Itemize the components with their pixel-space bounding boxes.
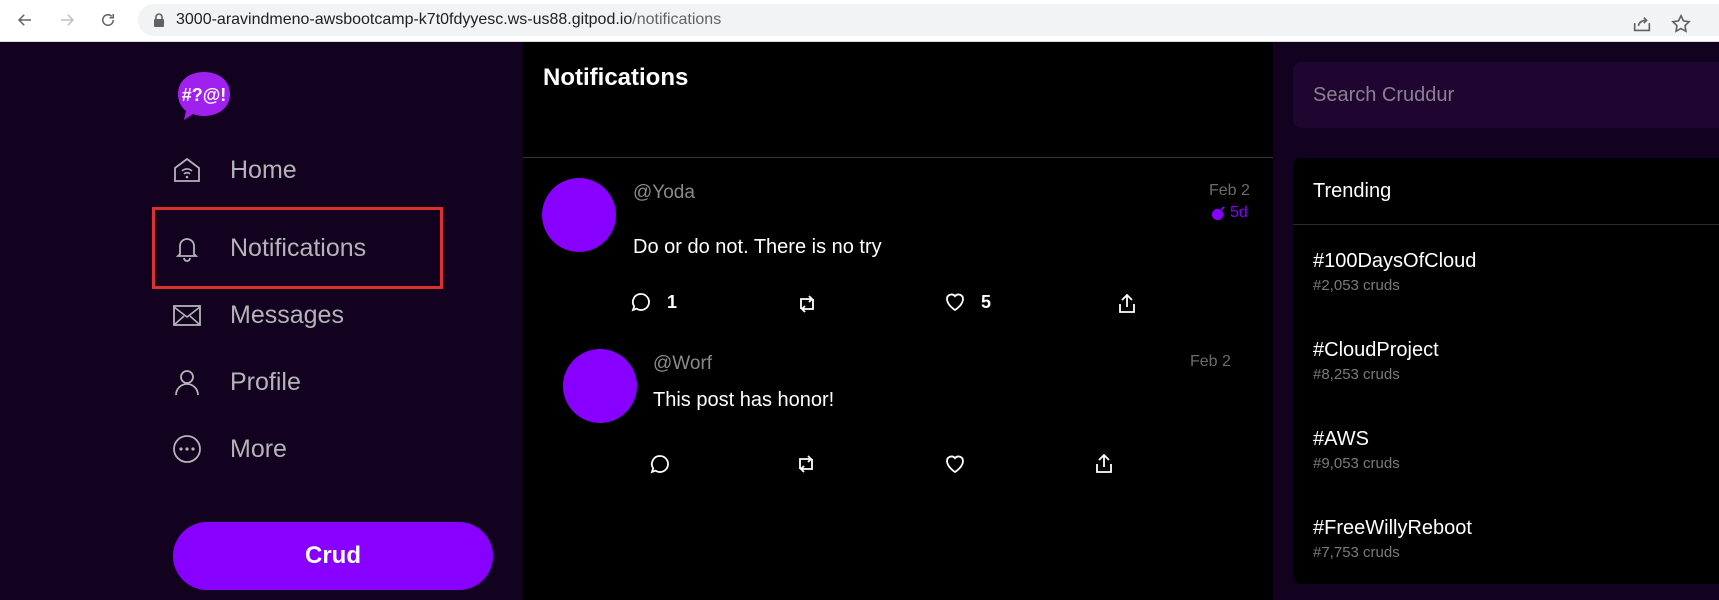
- reply-count: 1: [667, 291, 678, 312]
- crud-button[interactable]: Crud: [173, 522, 493, 590]
- post-date: Feb 2: [1209, 182, 1250, 199]
- address-bar[interactable]: 3000-aravindmeno-awsbootcamp-k7t0fdyyesc…: [138, 4, 1719, 36]
- repost-icon: [800, 295, 814, 313]
- post-message: Do or do not. There is no try: [633, 236, 882, 258]
- reload-icon: [102, 14, 114, 26]
- heart-icon: [946, 455, 964, 474]
- sidebar-item-label: More: [230, 434, 287, 463]
- like-button[interactable]: [943, 452, 967, 476]
- bomb-icon: [1211, 205, 1225, 220]
- repost-button[interactable]: [794, 452, 818, 476]
- home-icon: [170, 153, 204, 187]
- logo-text: #?@!: [182, 85, 227, 105]
- avatar[interactable]: [563, 349, 637, 423]
- share-button[interactable]: [1115, 292, 1139, 316]
- forward-button[interactable]: [54, 7, 80, 33]
- url-text: 3000-aravindmeno-awsbootcamp-k7t0fdyyesc…: [176, 11, 721, 29]
- sidebar-item-profile[interactable]: Profile: [170, 354, 301, 410]
- trending-item[interactable]: #FreeWillyReboot #7,753 cruds: [1313, 517, 1472, 561]
- sidebar-item-notifications[interactable]: Notifications: [170, 220, 366, 276]
- page-title: Notifications: [543, 64, 689, 91]
- arrow-right-icon: [61, 14, 75, 26]
- sidebar-item-more[interactable]: More: [170, 421, 287, 477]
- url-path: /notifications: [632, 11, 722, 28]
- trend-count: #2,053 cruds: [1313, 277, 1400, 294]
- sidebar-item-messages[interactable]: Messages: [170, 287, 344, 343]
- trending-title: Trending: [1313, 180, 1392, 202]
- share-icon: [1119, 293, 1135, 313]
- trending-section: Trending #100DaysOfCloud #2,053 cruds #C…: [1293, 158, 1719, 584]
- expires-text: 5d: [1230, 204, 1248, 221]
- url-host: 3000-aravindmeno-awsbootcamp-k7t0fdyyesc…: [176, 11, 633, 28]
- like-count: 5: [981, 291, 992, 312]
- arrow-left-icon: [17, 14, 31, 26]
- share-button[interactable]: [1092, 452, 1116, 476]
- reply-icon: [631, 293, 650, 312]
- trend-count: #9,053 cruds: [1313, 455, 1400, 472]
- trending-item[interactable]: #AWS #9,053 cruds: [1313, 428, 1400, 472]
- sidebar-item-label: Profile: [230, 367, 301, 396]
- trend-name: #CloudProject: [1313, 339, 1439, 361]
- speech-bubble-logo-icon: #?@!: [178, 72, 230, 120]
- share-icon: [1096, 453, 1112, 473]
- trend-name: #FreeWillyReboot: [1313, 517, 1472, 539]
- post-handle[interactable]: @Yoda: [633, 182, 695, 204]
- main-feed: Notifications @Yoda Feb 2 5d Do or do no…: [523, 42, 1273, 600]
- trend-count: #8,253 cruds: [1313, 366, 1400, 383]
- post-message: This post has honor!: [653, 389, 835, 411]
- trend-name: #AWS: [1313, 428, 1369, 450]
- sidebar-item-home[interactable]: Home: [170, 142, 297, 198]
- reply-button[interactable]: [648, 452, 672, 476]
- reload-button[interactable]: [95, 7, 121, 33]
- bookmark-star-icon[interactable]: [1670, 13, 1692, 35]
- browser-toolbar: 3000-aravindmeno-awsbootcamp-k7t0fdyyesc…: [0, 0, 1719, 42]
- expires-badge: 5d: [1211, 204, 1248, 222]
- search-input[interactable]: Search Cruddur: [1293, 62, 1719, 128]
- heart-icon: [946, 293, 964, 312]
- repost-icon: [799, 455, 813, 473]
- reply-button[interactable]: 1: [629, 290, 677, 314]
- trend-name: #100DaysOfCloud: [1313, 250, 1477, 272]
- avatar[interactable]: [542, 178, 616, 252]
- trending-item[interactable]: #100DaysOfCloud #2,053 cruds: [1313, 250, 1476, 294]
- feed-header: Notifications: [523, 42, 1273, 158]
- more-icon: [170, 432, 204, 466]
- back-button[interactable]: [12, 7, 38, 33]
- trending-item[interactable]: #CloudProject #8,253 cruds: [1313, 339, 1439, 383]
- sidebar-item-label: Notifications: [230, 233, 367, 262]
- lock-icon: [154, 13, 164, 27]
- reply-icon: [650, 455, 669, 474]
- left-sidebar: #?@! Home Notifications Messages Profile…: [0, 42, 523, 600]
- repost-button[interactable]: [795, 292, 819, 316]
- bell-icon: [170, 231, 204, 265]
- trend-count: #7,753 cruds: [1313, 544, 1400, 561]
- sidebar-item-label: Messages: [230, 300, 344, 329]
- right-column: Search Cruddur Trending #100DaysOfCloud …: [1273, 42, 1719, 600]
- like-button[interactable]: 5: [943, 290, 991, 314]
- post-handle[interactable]: @Worf: [653, 353, 712, 375]
- post-date: Feb 2: [1190, 353, 1231, 370]
- envelope-icon: [170, 298, 204, 332]
- divider: [1293, 224, 1719, 225]
- cruddur-logo[interactable]: #?@!: [172, 68, 236, 122]
- person-icon: [170, 365, 204, 399]
- sidebar-item-label: Home: [230, 155, 297, 184]
- share-page-icon[interactable]: [1631, 13, 1653, 35]
